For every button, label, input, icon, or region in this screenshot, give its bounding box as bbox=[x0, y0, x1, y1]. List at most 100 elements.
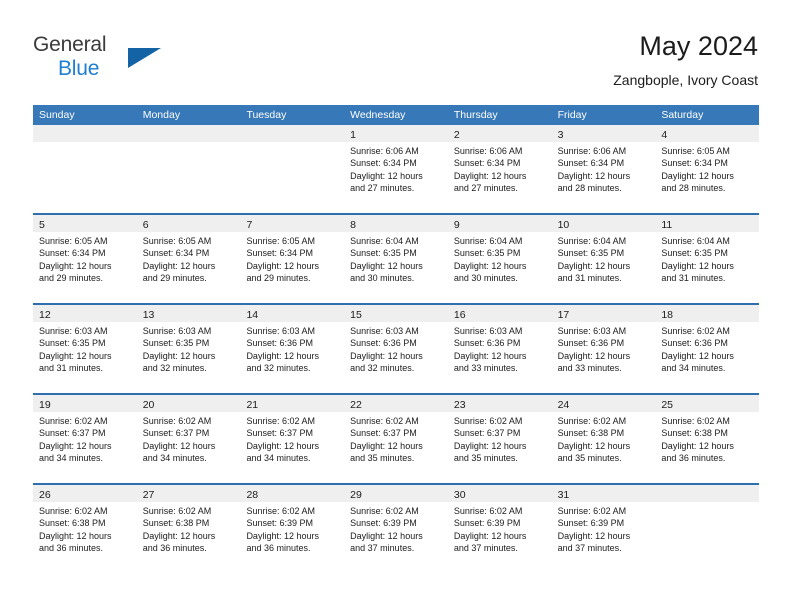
day-number-strip: 13 bbox=[136, 305, 241, 322]
day-detail-body bbox=[240, 142, 344, 149]
weekday-header-monday: Monday bbox=[142, 109, 181, 121]
day-cell-23[interactable]: 23 Sunrise: 6:02 AM Sunset: 6:37 PM Dayligh… bbox=[447, 395, 552, 483]
day-detail-line: Sunset: 6:34 PM bbox=[39, 248, 106, 259]
day-detail-line: and 32 minutes. bbox=[142, 363, 207, 374]
calendar-week-row: 19 Sunrise: 6:02 AM Sunset: 6:37 PM Dayligh… bbox=[33, 393, 760, 483]
day-cell-19[interactable]: 19 Sunrise: 6:02 AM Sunset: 6:37 PM Dayligh… bbox=[33, 395, 137, 483]
day-number: 11 bbox=[661, 219, 673, 231]
day-cell-1[interactable]: 1 Sunrise: 6:06 AM Sunset: 6:34 PM Daylight… bbox=[344, 125, 448, 213]
day-detail-line: Sunset: 6:38 PM bbox=[557, 428, 625, 439]
day-number: 4 bbox=[661, 129, 668, 141]
day-detail-line: Daylight: 12 hours bbox=[557, 170, 631, 181]
weekday-header-wednesday: Wednesday bbox=[350, 109, 406, 121]
day-number-strip: 17 bbox=[551, 305, 656, 322]
day-detail-line: Sunset: 6:38 PM bbox=[661, 428, 728, 439]
day-cell-13[interactable]: 13 Sunrise: 6:03 AM Sunset: 6:35 PM Dayligh… bbox=[136, 305, 241, 393]
day-cell-empty bbox=[655, 485, 760, 573]
day-cell-20[interactable]: 20 Sunrise: 6:02 AM Sunset: 6:37 PM Dayligh… bbox=[136, 395, 241, 483]
calendar-week-row: 1 Sunrise: 6:06 AM Sunset: 6:34 PM Daylight… bbox=[33, 125, 760, 213]
page-header: General Blue May 2024 Zangbople, Ivory C… bbox=[0, 0, 792, 100]
day-detail-line: and 27 minutes. bbox=[453, 183, 518, 194]
day-cell-27[interactable]: 27 Sunrise: 6:02 AM Sunset: 6:38 PM Dayligh… bbox=[136, 485, 241, 573]
day-detail-line: Sunset: 6:34 PM bbox=[142, 248, 210, 259]
day-detail-line: Sunset: 6:35 PM bbox=[350, 248, 417, 259]
day-number: 12 bbox=[39, 309, 51, 321]
day-detail-line: and 33 minutes. bbox=[557, 363, 622, 374]
day-cell-5[interactable]: 5 Sunrise: 6:05 AM Sunset: 6:34 PM Daylight… bbox=[33, 215, 137, 303]
day-cell-26[interactable]: 26 Sunrise: 6:02 AM Sunset: 6:38 PM Dayligh… bbox=[33, 485, 137, 573]
day-number-strip: 21 bbox=[240, 395, 345, 412]
day-cell-22[interactable]: 22 Sunrise: 6:02 AM Sunset: 6:37 PM Dayligh… bbox=[344, 395, 448, 483]
day-number: 19 bbox=[39, 399, 51, 411]
day-cell-28[interactable]: 28 Sunrise: 6:02 AM Sunset: 6:39 PM Dayligh… bbox=[240, 485, 345, 573]
day-cell-6[interactable]: 6 Sunrise: 6:05 AM Sunset: 6:34 PM Daylight… bbox=[136, 215, 241, 303]
day-detail-body: Sunrise: 6:04 AM Sunset: 6:35 PM Daylight:… bbox=[655, 232, 759, 289]
day-detail-line: Sunrise: 6:02 AM bbox=[246, 416, 315, 426]
weekday-header-thursday: Thursday bbox=[453, 109, 498, 121]
day-number-strip: 10 bbox=[551, 215, 656, 232]
day-number-strip: 4 bbox=[655, 125, 760, 142]
day-detail-line: Sunset: 6:36 PM bbox=[557, 338, 625, 349]
day-cell-12[interactable]: 12 Sunrise: 6:03 AM Sunset: 6:35 PM Dayligh… bbox=[33, 305, 137, 393]
day-detail-line: Sunset: 6:37 PM bbox=[350, 428, 417, 439]
day-cell-24[interactable]: 24 Sunrise: 6:02 AM Sunset: 6:38 PM Dayligh… bbox=[551, 395, 656, 483]
day-detail-line: and 32 minutes. bbox=[246, 363, 311, 374]
day-detail-line: Sunset: 6:37 PM bbox=[142, 428, 210, 439]
day-detail-body: Sunrise: 6:02 AM Sunset: 6:37 PM Daylight:… bbox=[33, 412, 137, 469]
day-detail-body bbox=[655, 502, 759, 509]
day-cell-14[interactable]: 14 Sunrise: 6:03 AM Sunset: 6:36 PM Dayligh… bbox=[240, 305, 345, 393]
day-cell-4[interactable]: 4 Sunrise: 6:05 AM Sunset: 6:34 PM Daylight… bbox=[655, 125, 760, 213]
day-cell-25[interactable]: 25 Sunrise: 6:02 AM Sunset: 6:38 PM Dayligh… bbox=[655, 395, 760, 483]
day-cell-10[interactable]: 10 Sunrise: 6:04 AM Sunset: 6:35 PM Dayligh… bbox=[551, 215, 656, 303]
day-cell-29[interactable]: 29 Sunrise: 6:02 AM Sunset: 6:39 PM Dayligh… bbox=[344, 485, 448, 573]
day-detail-line: Daylight: 12 hours bbox=[246, 440, 319, 451]
day-number-strip: 8 bbox=[344, 215, 448, 232]
day-number: 26 bbox=[39, 489, 51, 501]
day-detail-line: Daylight: 12 hours bbox=[350, 530, 423, 541]
day-detail-body: Sunrise: 6:06 AM Sunset: 6:34 PM Daylight:… bbox=[552, 142, 656, 199]
day-number-strip: 31 bbox=[551, 485, 656, 502]
day-number-strip: 28 bbox=[240, 485, 345, 502]
day-cell-30[interactable]: 30 Sunrise: 6:02 AM Sunset: 6:39 PM Dayligh… bbox=[447, 485, 552, 573]
day-cell-11[interactable]: 11 Sunrise: 6:04 AM Sunset: 6:35 PM Dayligh… bbox=[655, 215, 760, 303]
day-detail-line: Sunrise: 6:04 AM bbox=[661, 236, 730, 246]
day-detail-line: Sunrise: 6:03 AM bbox=[557, 326, 627, 336]
day-cell-18[interactable]: 18 Sunrise: 6:02 AM Sunset: 6:36 PM Dayligh… bbox=[655, 305, 760, 393]
day-detail-line: Daylight: 12 hours bbox=[453, 440, 527, 451]
day-number-strip: 2 bbox=[447, 125, 552, 142]
day-cell-3[interactable]: 3 Sunrise: 6:06 AM Sunset: 6:34 PM Daylight… bbox=[551, 125, 656, 213]
day-detail-body: Sunrise: 6:04 AM Sunset: 6:35 PM Daylight:… bbox=[344, 232, 448, 289]
day-detail-body: Sunrise: 6:03 AM Sunset: 6:36 PM Daylight:… bbox=[552, 322, 656, 379]
day-detail-line: and 31 minutes. bbox=[39, 363, 104, 374]
day-detail-line: Daylight: 12 hours bbox=[350, 440, 423, 451]
day-number-strip: 15 bbox=[344, 305, 448, 322]
day-detail-line: Sunrise: 6:03 AM bbox=[142, 326, 212, 336]
day-detail-body: Sunrise: 6:05 AM Sunset: 6:34 PM Daylight:… bbox=[240, 232, 344, 289]
day-detail-line: Sunset: 6:39 PM bbox=[557, 518, 625, 529]
day-number-strip: 3 bbox=[551, 125, 656, 142]
day-detail-line: Daylight: 12 hours bbox=[142, 530, 216, 541]
day-number-strip: 9 bbox=[447, 215, 552, 232]
day-detail-line: and 27 minutes. bbox=[350, 183, 415, 194]
day-detail-body: Sunrise: 6:03 AM Sunset: 6:36 PM Daylight:… bbox=[344, 322, 448, 379]
day-number: 14 bbox=[246, 309, 259, 321]
day-cell-15[interactable]: 15 Sunrise: 6:03 AM Sunset: 6:36 PM Dayligh… bbox=[344, 305, 448, 393]
logo-text-blue: Blue bbox=[58, 57, 100, 80]
day-detail-line: Sunrise: 6:05 AM bbox=[661, 146, 730, 156]
day-number: 31 bbox=[557, 489, 570, 501]
day-cell-31[interactable]: 31 Sunrise: 6:02 AM Sunset: 6:39 PM Dayligh… bbox=[551, 485, 656, 573]
day-detail-body: Sunrise: 6:02 AM Sunset: 6:39 PM Daylight:… bbox=[552, 502, 656, 559]
day-detail-line: Sunrise: 6:02 AM bbox=[142, 506, 212, 516]
day-detail-line: Sunrise: 6:06 AM bbox=[557, 146, 627, 156]
day-cell-2[interactable]: 2 Sunrise: 6:06 AM Sunset: 6:34 PM Daylight… bbox=[447, 125, 552, 213]
day-cell-21[interactable]: 21 Sunrise: 6:02 AM Sunset: 6:37 PM Dayligh… bbox=[240, 395, 345, 483]
day-cell-16[interactable]: 16 Sunrise: 6:03 AM Sunset: 6:36 PM Dayligh… bbox=[447, 305, 552, 393]
day-cell-17[interactable]: 17 Sunrise: 6:03 AM Sunset: 6:36 PM Dayligh… bbox=[551, 305, 656, 393]
day-number: 7 bbox=[246, 219, 253, 231]
day-cell-8[interactable]: 8 Sunrise: 6:04 AM Sunset: 6:35 PM Daylight… bbox=[344, 215, 448, 303]
day-cell-7[interactable]: 7 Sunrise: 6:05 AM Sunset: 6:34 PM Daylight… bbox=[240, 215, 345, 303]
day-cell-9[interactable]: 9 Sunrise: 6:04 AM Sunset: 6:35 PM Daylight… bbox=[447, 215, 552, 303]
logo-triangle-icon bbox=[128, 48, 161, 68]
day-detail-body: Sunrise: 6:03 AM Sunset: 6:36 PM Daylight:… bbox=[448, 322, 552, 379]
calendar-page: General Blue May 2024 Zangbople, Ivory C… bbox=[0, 0, 792, 612]
